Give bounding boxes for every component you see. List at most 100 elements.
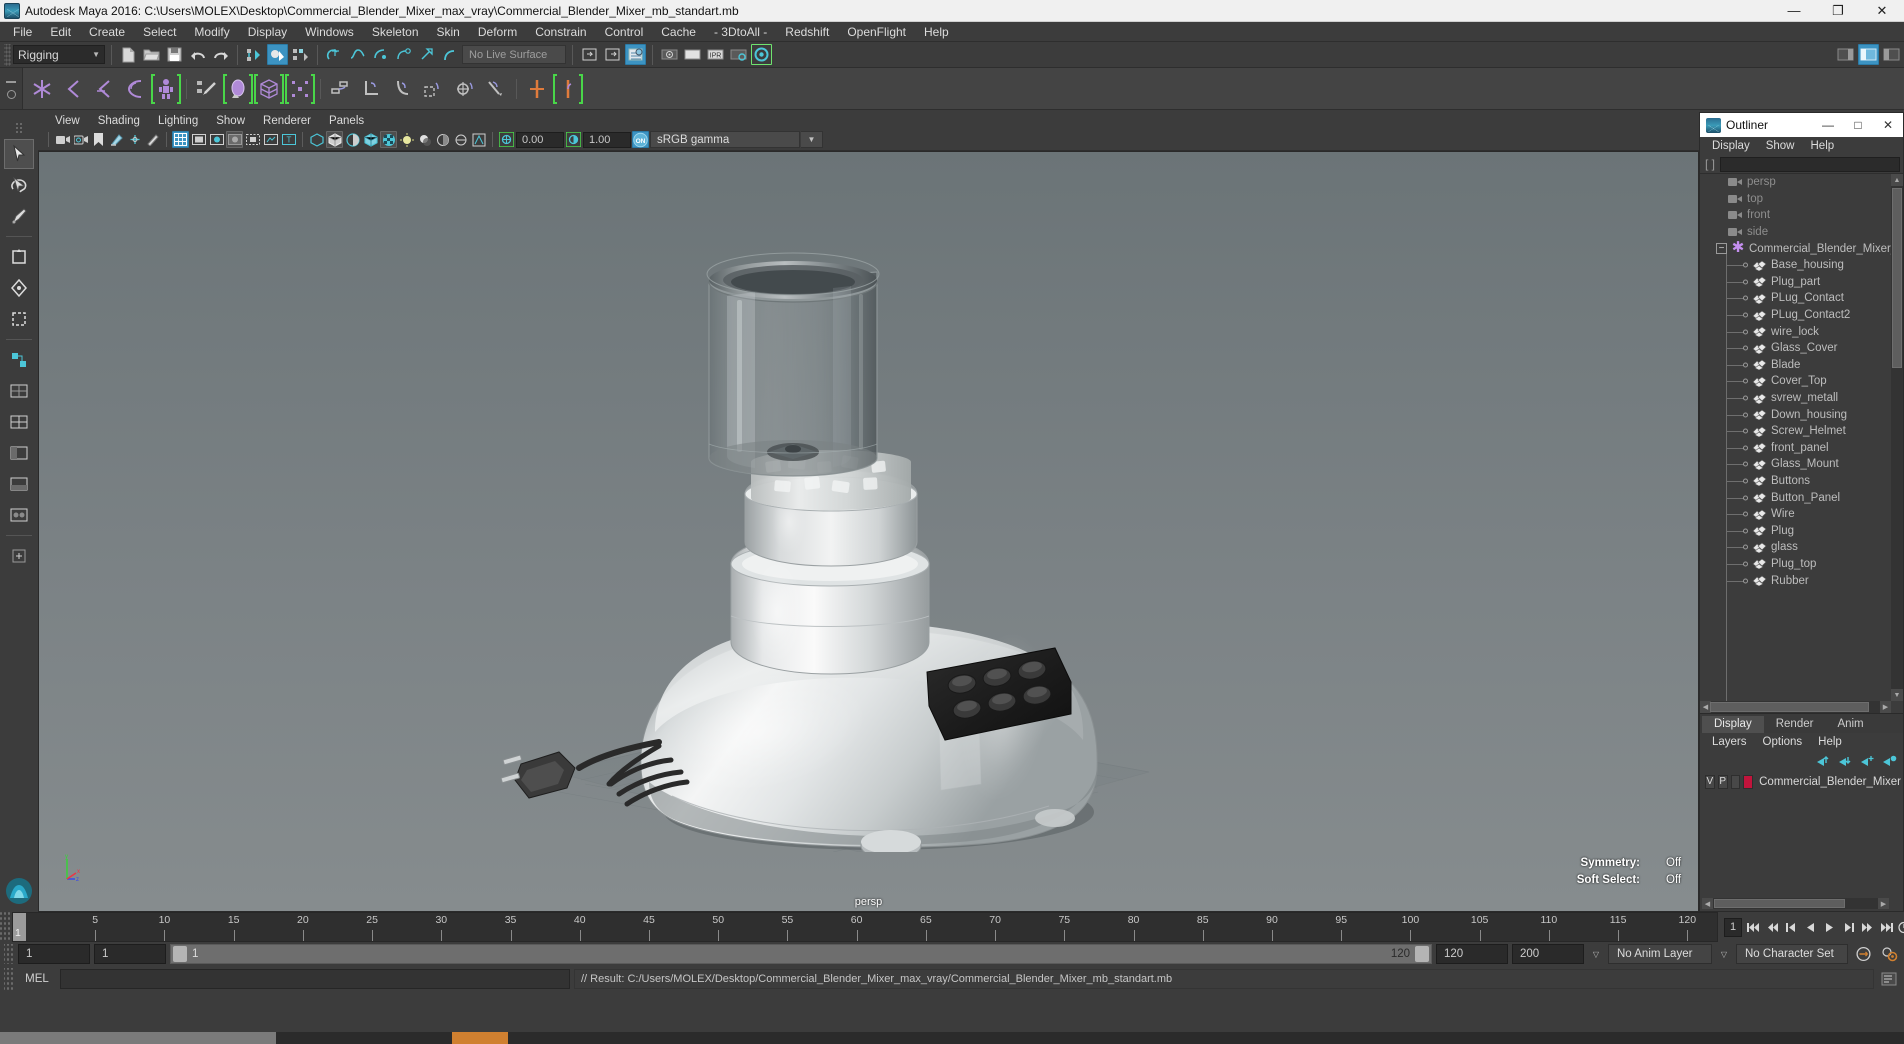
- range-slider-grip[interactable]: [4, 944, 14, 964]
- menu-display[interactable]: Display: [239, 23, 296, 41]
- menu-redshift[interactable]: Redshift: [776, 23, 838, 41]
- tab-display[interactable]: Display: [1702, 716, 1764, 733]
- shelf-bind-skin-button[interactable]: [120, 72, 150, 106]
- close-button[interactable]: ✕: [1860, 0, 1904, 22]
- shade-wireframe-icon[interactable]: [362, 131, 379, 148]
- show-tool-settings-button[interactable]: [1858, 44, 1879, 65]
- color-profile-chevron-down-icon[interactable]: ▼: [801, 131, 823, 148]
- film-gate-display-icon[interactable]: [244, 131, 261, 148]
- outliner-item-base-housing[interactable]: Base_housing: [1700, 257, 1891, 274]
- tab-render[interactable]: Render: [1763, 716, 1826, 733]
- menu-create[interactable]: Create: [80, 23, 134, 41]
- time-slider-grip[interactable]: [0, 912, 12, 942]
- single-perspective-layout-button[interactable]: [4, 376, 34, 406]
- outliner-tree[interactable]: persp top front side − ✱ Commercial_Blen…: [1700, 173, 1903, 713]
- animation-preferences-button[interactable]: [1897, 918, 1904, 936]
- outliner-search-input[interactable]: [1720, 156, 1900, 172]
- layer-menu-options[interactable]: Options: [1755, 736, 1811, 748]
- select-by-hierarchy-button[interactable]: [244, 44, 265, 65]
- color-profile-select[interactable]: sRGB gamma: [650, 131, 800, 148]
- two-d-pan-zoom-icon[interactable]: [126, 131, 143, 148]
- outliner-maximize-button[interactable]: □: [1843, 113, 1873, 137]
- snap-to-point-button[interactable]: [370, 44, 391, 65]
- command-language-label[interactable]: MEL: [18, 973, 56, 985]
- open-channel-box-button[interactable]: [625, 44, 646, 65]
- viewport-menu-renderer[interactable]: Renderer: [254, 115, 320, 127]
- outliner-vertical-scrollbar[interactable]: ▲ ▼: [1891, 174, 1903, 701]
- shelf-tab-options[interactable]: [0, 68, 22, 109]
- viewport-menu-lighting[interactable]: Lighting: [149, 115, 207, 127]
- shelf-aim-constraint-button[interactable]: [450, 72, 480, 106]
- outliner-item-group-root[interactable]: − ✱ Commercial_Blender_Mixer_ncl1_1: [1700, 240, 1891, 257]
- snap-to-grid-button[interactable]: [324, 44, 345, 65]
- move-tool-button[interactable]: [4, 242, 34, 272]
- menu-windows[interactable]: Windows: [296, 23, 363, 41]
- scroll-left-icon[interactable]: ◀: [1702, 898, 1713, 909]
- outliner-item-blade[interactable]: Blade: [1700, 357, 1891, 374]
- viewport-menu-shading[interactable]: Shading: [89, 115, 149, 127]
- anim-layer-select[interactable]: No Anim Layer: [1608, 944, 1712, 964]
- shelf-cluster-button[interactable]: [285, 72, 315, 106]
- range-slider[interactable]: 1 120: [170, 944, 1432, 964]
- layer-visibility-toggle[interactable]: V: [1705, 774, 1715, 789]
- select-by-component-button[interactable]: [290, 44, 311, 65]
- exposure-value-field[interactable]: 0.00: [516, 131, 564, 148]
- resolution-gate-icon[interactable]: [208, 131, 225, 148]
- step-back-keyframe-button[interactable]: [1764, 918, 1780, 936]
- outliner-item-plug-top[interactable]: Plug_top: [1700, 556, 1891, 573]
- outliner-item-wire[interactable]: Wire: [1700, 506, 1891, 523]
- outliner-item-front[interactable]: front: [1700, 207, 1891, 224]
- smooth-shade-all-icon[interactable]: [326, 131, 343, 148]
- outliner-item-rubber[interactable]: Rubber: [1700, 572, 1891, 589]
- four-view-layout-button[interactable]: [4, 407, 34, 437]
- layer-horizontal-scrollbar[interactable]: ◀ ▶: [1702, 898, 1889, 909]
- toolbox-grip[interactable]: [4, 116, 34, 138]
- outliner-item-screw-helmet[interactable]: Screw_Helmet: [1700, 423, 1891, 440]
- redo-button[interactable]: [210, 44, 231, 65]
- outliner-item-glass-mount[interactable]: Glass_Mount: [1700, 456, 1891, 473]
- shelf-mirror-joint-button[interactable]: [522, 72, 552, 106]
- shelf-lattice-button[interactable]: [254, 72, 284, 106]
- select-tool-button[interactable]: [4, 139, 34, 169]
- snap-to-view-plane-button[interactable]: [416, 44, 437, 65]
- anim-layer-chevron-down-icon[interactable]: ▽: [1588, 944, 1604, 964]
- character-set-select[interactable]: No Character Set: [1736, 944, 1848, 964]
- shelf-ik-handle-button[interactable]: [58, 72, 88, 106]
- range-end-handle[interactable]: [1415, 946, 1429, 962]
- save-scene-button[interactable]: [164, 44, 185, 65]
- image-plane-icon[interactable]: [108, 131, 125, 148]
- camera-attributes-icon[interactable]: [72, 131, 89, 148]
- select-camera-icon[interactable]: [54, 131, 71, 148]
- scroll-right-icon[interactable]: ▶: [1880, 701, 1891, 713]
- perspective-viewport[interactable]: y z x Symmetry: Off Soft Select: Off per…: [38, 151, 1699, 912]
- shelf-pole-vector-constraint-button[interactable]: [481, 72, 511, 106]
- color-management-toggle[interactable]: ON: [632, 131, 649, 148]
- new-scene-button[interactable]: [118, 44, 139, 65]
- outliner-menu-display[interactable]: Display: [1704, 140, 1758, 152]
- maximize-button[interactable]: ❐: [1816, 0, 1860, 22]
- menu-file[interactable]: File: [4, 23, 41, 41]
- rotate-tool-button[interactable]: [4, 273, 34, 303]
- menu-skeleton[interactable]: Skeleton: [363, 23, 428, 41]
- outliner-item-plug[interactable]: Plug: [1700, 522, 1891, 539]
- scroll-up-icon[interactable]: ▲: [1891, 174, 1903, 186]
- command-line-grip[interactable]: [4, 968, 14, 990]
- go-to-end-button[interactable]: [1878, 918, 1894, 936]
- move-layer-up-icon[interactable]: [1816, 754, 1831, 767]
- outliner-menu-help[interactable]: Help: [1803, 140, 1843, 152]
- outliner-item-svrew-metall[interactable]: svrew_metall: [1700, 390, 1891, 407]
- move-layer-down-icon[interactable]: [1838, 754, 1853, 767]
- expand-toolbox-button[interactable]: [4, 541, 34, 571]
- layer-color-swatch[interactable]: [1743, 774, 1754, 789]
- snap-to-curve-button[interactable]: [347, 44, 368, 65]
- minimize-button[interactable]: —: [1772, 0, 1816, 22]
- outliner-item-cover-top[interactable]: Cover_Top: [1700, 373, 1891, 390]
- undo-button[interactable]: [187, 44, 208, 65]
- shelf-scale-constraint-button[interactable]: [419, 72, 449, 106]
- statusline-grip[interactable]: [4, 43, 11, 66]
- menu-skin[interactable]: Skin: [428, 23, 469, 41]
- create-layer-from-selected-icon[interactable]: [1882, 754, 1897, 767]
- render-current-frame-button[interactable]: [659, 44, 680, 65]
- outliner-item-plug-contact[interactable]: PLug_Contact: [1700, 290, 1891, 307]
- menu-cache[interactable]: Cache: [652, 23, 705, 41]
